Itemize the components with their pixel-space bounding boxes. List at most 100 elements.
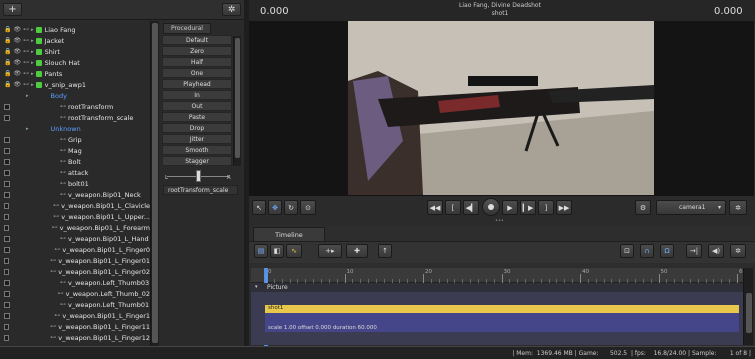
tree-item[interactable]: 🔒 👁 ⊷ ▸ v_snip_awp1 (0, 79, 150, 90)
checkbox[interactable] (4, 213, 10, 220)
link-icon[interactable]: ⊷ (23, 48, 29, 55)
eye-icon[interactable]: 👁 (13, 48, 21, 55)
tree-item[interactable]: ⊷ v_weapon.Bip01_L_Finger11 (0, 321, 150, 332)
previous-frame-button[interactable]: ◀▎ (463, 200, 479, 215)
next-frame-button[interactable]: ▎▶ (520, 200, 536, 215)
procedural-out-button[interactable]: Out (162, 101, 232, 111)
tree-item[interactable]: ⊷ v_weapon.Left_Thumb01 (0, 299, 150, 310)
up-button[interactable]: ↑ (378, 244, 392, 258)
procedural-scrollbar-thumb[interactable] (235, 38, 240, 158)
blend-slider[interactable]: L R (163, 168, 233, 184)
settings-button[interactable]: ✲ (222, 3, 241, 16)
lock-icon[interactable]: 🔒 (4, 37, 11, 44)
link-icon[interactable]: ⊷ (23, 37, 29, 44)
timeline-scrollbar-thumb[interactable] (746, 293, 752, 333)
expand-arrow-icon[interactable]: ▸ (31, 38, 34, 44)
lock-icon[interactable]: 🔒 (4, 59, 11, 66)
procedural-stagger-button[interactable]: Stagger (162, 156, 232, 166)
checkbox[interactable] (4, 191, 10, 198)
expand-arrow-icon[interactable]: ▸ (31, 27, 34, 33)
camera-settings-button[interactable]: ⚙ (635, 200, 651, 215)
snap-button[interactable]: ∩ (640, 244, 654, 258)
link-icon[interactable]: ⊷ (23, 26, 29, 33)
tree-item[interactable]: ⊷ v_weapon.Bip01_Neck (0, 189, 150, 200)
tree-item[interactable]: 🔒 👁 ⊷ ▸ Slouch Hat (0, 57, 150, 68)
add-button[interactable]: + (3, 3, 22, 16)
tree-item[interactable]: 🔒 👁 ⊷ ▸ Jacket (0, 35, 150, 46)
graph-editor-button[interactable]: ∿ (286, 244, 302, 258)
first-frame-button[interactable]: [ (445, 200, 461, 215)
move-tool-button[interactable]: ✥ (268, 200, 282, 215)
clip-editor-button[interactable]: ▤ (254, 244, 268, 258)
expand-arrow-icon[interactable]: ▸ (31, 60, 34, 66)
picture-track-header[interactable]: ▾ Picture (251, 283, 743, 292)
tree-item[interactable]: ⊷ attack (0, 167, 150, 178)
checkbox[interactable] (4, 334, 10, 341)
link-icon[interactable]: ⊷ (23, 81, 29, 88)
tab-timeline[interactable]: Timeline (253, 227, 325, 241)
tree-item[interactable]: ⊷ v_weapon.Bip01_L_Finger01 (0, 255, 150, 266)
shot-clip-header[interactable]: shot1 (265, 305, 739, 313)
tree-item[interactable]: ⊷ v_weapon.Bip01_L_Upper... (0, 211, 150, 222)
checkbox[interactable] (4, 169, 10, 176)
mute-button[interactable]: ◀) (708, 244, 724, 258)
tree-item[interactable]: ⊷ rootTransform (0, 101, 150, 112)
checkbox[interactable] (4, 180, 10, 187)
tree-item[interactable]: 🔒 👁 ⊷ ▸ Pants (0, 68, 150, 79)
last-frame-button[interactable]: ] (538, 200, 554, 215)
procedural-jitter-button[interactable]: Jitter (162, 134, 232, 144)
tree-scrollbar-thumb[interactable] (152, 23, 158, 343)
checkbox[interactable] (4, 312, 10, 319)
slider-handle[interactable] (195, 170, 201, 182)
tree-item[interactable]: ⊷ v_weapon.Bip01_L_Forearm (0, 222, 150, 233)
tree-item[interactable]: ⊷ Bolt (0, 156, 150, 167)
checkbox[interactable] (4, 257, 10, 264)
shot-clip[interactable]: scale 1.00 offset 0.000 duration 60.000 (265, 313, 739, 332)
expand-arrow-icon[interactable]: ▸ (31, 82, 34, 88)
timeline-settings-button[interactable]: ✲ (730, 244, 746, 258)
tree-item[interactable]: ⊷ v_weapon.Bip01_L_Hand (0, 233, 150, 244)
add-clip-button[interactable]: +▸ (318, 244, 342, 258)
frame-all-button[interactable]: →| (686, 244, 702, 258)
rotate-tool-button[interactable]: ↻ (284, 200, 298, 215)
tree-item[interactable]: ⊷ Grip (0, 134, 150, 145)
eye-icon[interactable]: 👁 (13, 59, 21, 66)
procedural-playhead-button[interactable]: Playhead (162, 79, 232, 89)
timeline-ruler[interactable] (251, 268, 743, 283)
motion-editor-button[interactable]: ◧ (270, 244, 284, 258)
tree-item[interactable]: ⊷ v_weapon.Left_Thumb_02 (0, 288, 150, 299)
expand-arrow-icon[interactable]: ▸ (31, 49, 34, 55)
procedural-half-button[interactable]: Half (162, 57, 232, 67)
eye-icon[interactable]: 👁 (13, 37, 21, 44)
checkbox[interactable] (4, 301, 10, 308)
expand-arrow-icon[interactable]: ▸ (26, 126, 29, 132)
fast-forward-button[interactable]: ▶▶ (556, 200, 572, 215)
checkbox[interactable] (4, 114, 10, 121)
procedural-smooth-button[interactable]: Smooth (162, 145, 232, 155)
tree-item[interactable]: 🔒 👁 ⊷ ▸ Liao Fang (0, 24, 150, 35)
tree-item[interactable]: ⊷ v_weapon.Bip01_L_Finger1 (0, 310, 150, 321)
checkbox[interactable] (4, 202, 10, 209)
checkbox[interactable] (4, 136, 10, 143)
tree-item[interactable]: ▸ Body (0, 90, 150, 101)
checkbox[interactable] (4, 323, 10, 330)
procedural-in-button[interactable]: In (162, 90, 232, 100)
procedural-drop-button[interactable]: Drop (162, 123, 232, 133)
tree-item[interactable]: 🔒 👁 ⊷ ▸ Shirt (0, 46, 150, 57)
ripple-button[interactable]: Ω (660, 244, 674, 258)
ruler-scrollbar[interactable] (743, 268, 753, 283)
rewind-button[interactable]: ◀◀ (427, 200, 443, 215)
lock-icon[interactable]: 🔒 (4, 81, 11, 88)
procedural-scrollbar[interactable] (233, 36, 241, 166)
eye-icon[interactable]: 👁 (13, 81, 21, 88)
tree-item[interactable]: ▸ Unknown (0, 123, 150, 134)
scale-tool-button[interactable]: ⊙ (300, 200, 316, 215)
timeline-scrollbar[interactable] (743, 283, 753, 345)
eye-icon[interactable]: 👁 (13, 26, 21, 33)
eye-icon[interactable]: 👁 (13, 70, 21, 77)
viewport-settings-button[interactable]: ✲ (729, 200, 747, 215)
lock-icon[interactable]: 🔒 (4, 70, 11, 77)
link-icon[interactable]: ⊷ (23, 70, 29, 77)
checkbox[interactable] (4, 268, 10, 275)
checkbox[interactable] (4, 235, 10, 242)
